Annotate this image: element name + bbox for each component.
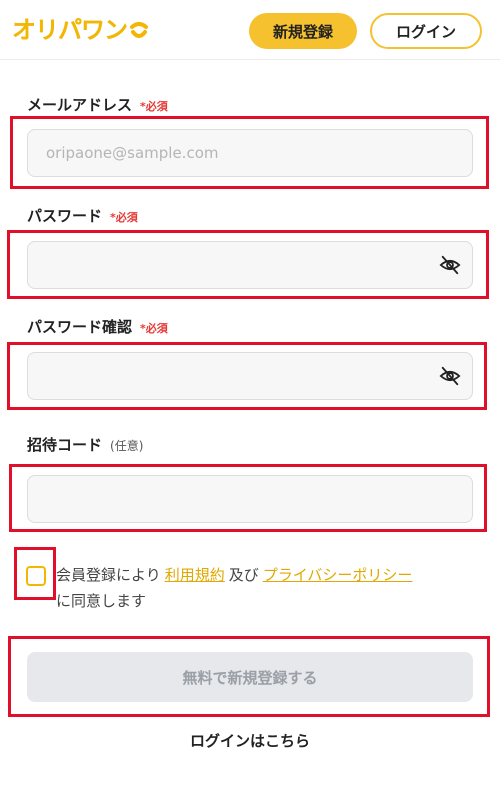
password-required-badge: *必須 [110,211,138,224]
submit-register-button[interactable]: 無料で新規登録する [27,652,473,702]
login-button[interactable]: ログイン [370,13,482,49]
password-confirm-label: パスワード確認 *必須 [27,316,168,337]
agree-checkbox[interactable] [26,566,46,586]
header: オリパワン 新規登録 ログイン [0,0,500,60]
email-input[interactable] [27,129,473,177]
logo-text: オリパワン [12,16,128,44]
signup-page: オリパワン 新規登録 ログイン メールアドレス *必須 パスワード *必須 パスワー… [0,0,500,787]
agreement-text: 会員登録により 利用規約 及び プライバシーポリシー [56,564,416,585]
invite-code-input[interactable] [27,475,473,523]
email-label: メールアドレス *必須 [27,94,168,115]
eye-off-icon[interactable] [439,254,461,276]
login-here-link[interactable]: ログインはこちら [0,730,500,751]
terms-link[interactable]: 利用規約 [165,566,225,584]
password-label-text: パスワード [27,207,103,225]
email-required-badge: *必須 [140,100,168,113]
logo[interactable]: オリパワン [12,12,149,48]
email-label-text: メールアドレス [27,96,133,114]
eye-off-icon[interactable] [439,365,461,387]
password-input[interactable] [27,241,473,289]
agreement-prefix: 会員登録により [56,566,161,584]
agreement-connector: 及び [228,566,259,584]
invite-code-label-text: 招待コード [27,436,103,454]
agreement-suffix: に同意します [56,592,147,610]
invite-code-optional-note: (任意) [110,439,144,453]
password-confirm-input[interactable] [27,352,473,400]
invite-code-label: 招待コード (任意) [27,434,143,455]
smile-mark-icon [130,22,148,38]
password-confirm-required-badge: *必須 [140,322,168,335]
password-confirm-label-text: パスワード確認 [27,318,133,336]
password-label: パスワード *必須 [27,205,138,226]
privacy-policy-link[interactable]: プライバシーポリシー [263,566,413,584]
register-button[interactable]: 新規登録 [249,13,357,49]
